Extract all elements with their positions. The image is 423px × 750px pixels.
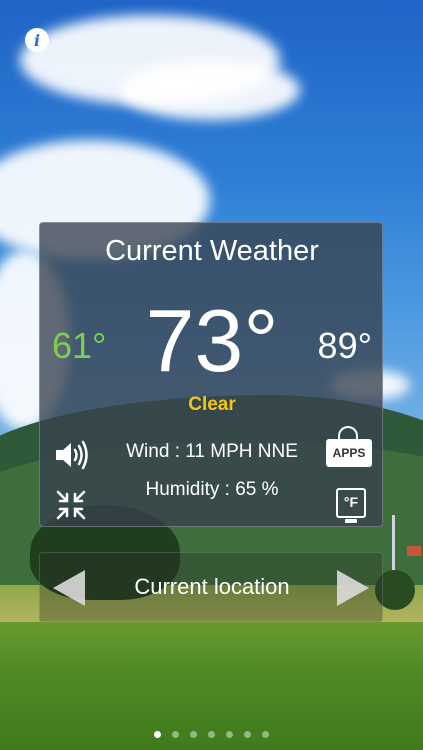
humidity-info: Humidity : 65 %	[145, 479, 279, 500]
panel-title: Current Weather	[105, 235, 319, 267]
weather-condition: Clear	[188, 394, 236, 415]
page-dot[interactable]	[226, 731, 233, 738]
location-bar: Current location	[39, 552, 383, 622]
weather-panel: Current Weather 61° 73° 89° Clear Wind :…	[39, 222, 383, 527]
apps-button[interactable]: APPS	[326, 425, 372, 471]
page-dot[interactable]	[172, 731, 179, 738]
apps-sign-hook	[338, 426, 358, 440]
high-temperature: 89°	[317, 325, 372, 366]
wind-info: Wind : 11 MPH NNE	[126, 441, 298, 462]
house	[407, 546, 421, 556]
info-icon[interactable]: i	[25, 28, 49, 52]
tower	[392, 515, 395, 570]
speaker-icon[interactable]	[54, 440, 90, 470]
compress-icon[interactable]	[55, 489, 87, 521]
page-dot[interactable]	[244, 731, 251, 738]
page-dot[interactable]	[208, 731, 215, 738]
arrow-right-icon[interactable]	[337, 570, 369, 606]
page-dot[interactable]	[262, 731, 269, 738]
page-dot[interactable]	[190, 731, 197, 738]
page-indicator[interactable]	[0, 731, 423, 738]
location-label: Current location	[134, 574, 290, 599]
apps-label: APPS	[326, 439, 372, 467]
cloud	[120, 60, 300, 120]
page-dot[interactable]	[154, 731, 161, 738]
temperature-unit-button[interactable]: °F	[336, 488, 366, 523]
